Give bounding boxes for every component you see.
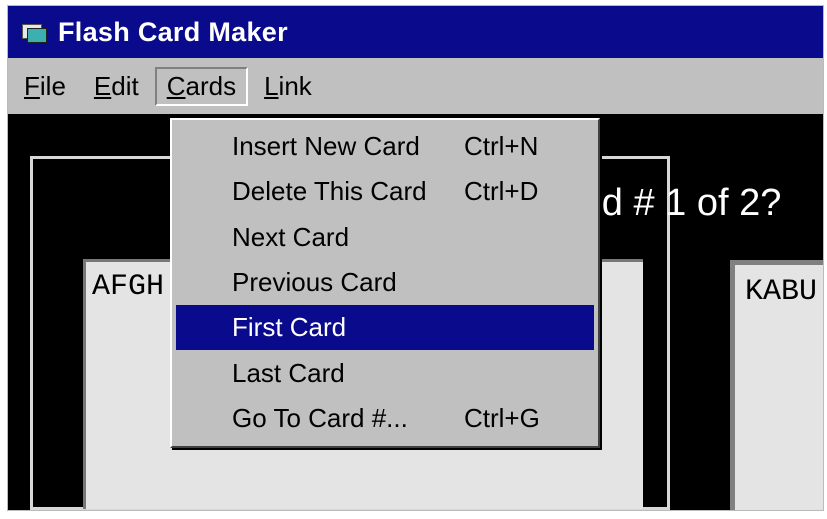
card-back[interactable]: KABU bbox=[730, 260, 823, 510]
menu-item-previous-card[interactable]: Previous Card bbox=[172, 260, 598, 305]
menu-item-label: First Card bbox=[232, 312, 347, 343]
menu-edit[interactable]: Edit bbox=[82, 67, 151, 106]
menu-item-delete-this-card[interactable]: Delete This Card Ctrl+D bbox=[172, 169, 598, 214]
menu-item-shortcut: Ctrl+G bbox=[464, 402, 540, 433]
menu-item-label: Previous Card bbox=[232, 267, 397, 298]
card-counter: ard # 1 of 2? bbox=[568, 182, 782, 224]
window-title: Flash Card Maker bbox=[58, 16, 288, 47]
menu-item-first-card[interactable]: First Card bbox=[176, 305, 594, 351]
menu-item-shortcut: Ctrl+D bbox=[464, 176, 539, 207]
menu-item-label: Go To Card #... bbox=[232, 402, 408, 433]
menu-item-go-to-card[interactable]: Go To Card #... Ctrl+G bbox=[172, 396, 598, 441]
menu-item-label: Next Card bbox=[232, 221, 350, 252]
menu-cards[interactable]: Cards bbox=[154, 66, 249, 106]
menu-item-label: Last Card bbox=[232, 357, 345, 388]
menu-item-next-card[interactable]: Next Card bbox=[172, 215, 598, 260]
card-back-text: KABU bbox=[745, 275, 818, 309]
flash-card-app-icon[interactable] bbox=[20, 21, 48, 43]
menu-link[interactable]: Link bbox=[252, 67, 324, 106]
menu-item-last-card[interactable]: Last Card bbox=[172, 350, 598, 395]
card-front-text: AFGH bbox=[92, 270, 165, 304]
menu-item-insert-new-card[interactable]: Insert New Card Ctrl+N bbox=[172, 124, 598, 169]
menu-item-shortcut: Ctrl+N bbox=[464, 131, 539, 162]
menu-file[interactable]: File bbox=[12, 67, 78, 106]
menu-bar: File Edit Cards Link bbox=[8, 58, 823, 114]
app-window: Flash Card Maker File Edit Cards Link AF… bbox=[8, 6, 823, 510]
menu-item-label: Delete This Card bbox=[232, 176, 427, 207]
cards-dropdown-menu: Insert New Card Ctrl+N Delete This Card … bbox=[170, 118, 600, 448]
title-bar: Flash Card Maker bbox=[8, 6, 823, 58]
menu-item-label: Insert New Card bbox=[232, 131, 420, 162]
